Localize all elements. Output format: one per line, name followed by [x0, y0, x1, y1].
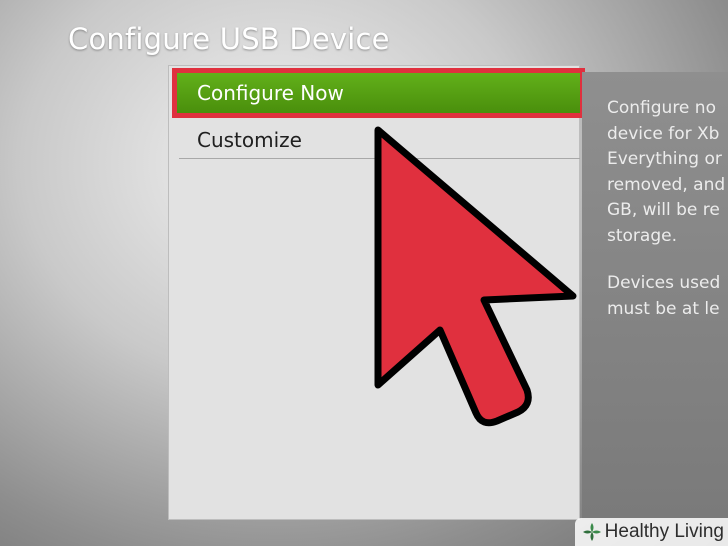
page-title: Configure USB Device: [68, 22, 390, 56]
menu-item-configure-now[interactable]: Configure Now: [172, 68, 585, 118]
watermark-text: Healthy Living: [604, 521, 724, 542]
watermark: Healthy Living: [574, 518, 728, 546]
menu-item-customize[interactable]: Customize: [179, 124, 580, 159]
description-panel: Configure no device for Xb Everything or…: [582, 72, 728, 520]
healthy-living-logo-icon: [582, 523, 601, 541]
menu-panel: Configure Now Customize: [168, 65, 585, 520]
description-note: Devices used must be at le: [607, 273, 721, 319]
description-text: Configure no device for Xb Everything or…: [607, 98, 726, 246]
